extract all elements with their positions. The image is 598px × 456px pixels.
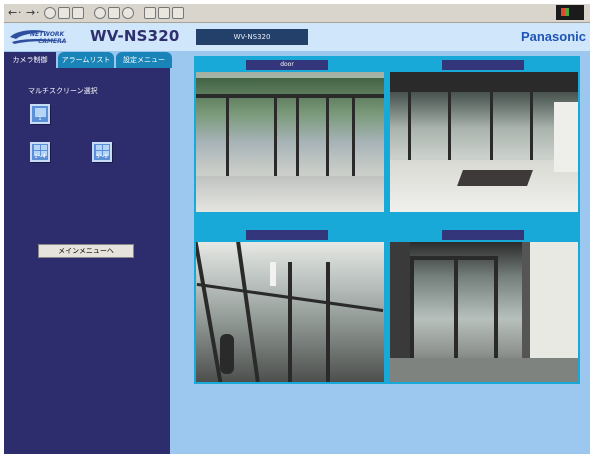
refresh-icon[interactable] bbox=[58, 7, 70, 19]
dropdown-icon[interactable]: · bbox=[18, 5, 22, 21]
forward-icon[interactable]: → bbox=[26, 5, 35, 21]
control-panel: マルチスクリーン選択 1 1〜4 5〜8 メインメニューへ bbox=[4, 68, 170, 454]
single-screen-button[interactable]: 1 bbox=[30, 104, 50, 124]
stop-icon[interactable] bbox=[44, 7, 56, 19]
camera-view-1[interactable] bbox=[196, 72, 384, 212]
search-icon[interactable] bbox=[94, 7, 106, 19]
back-icon[interactable]: ← bbox=[8, 5, 17, 21]
main-menu-button[interactable]: メインメニューへ bbox=[38, 244, 134, 258]
model-name: WV-NS320 bbox=[90, 27, 180, 45]
tab-bar: カメラ制御 アラームリスト 設定メニュー bbox=[4, 52, 174, 68]
camera-title bbox=[442, 60, 524, 70]
brand-logo: Panasonic bbox=[520, 29, 586, 44]
multi-screen-label: マルチスクリーン選択 bbox=[28, 87, 98, 95]
logo-network-text: NETWORK bbox=[30, 31, 66, 38]
camera-title bbox=[442, 230, 524, 240]
favorites-icon[interactable] bbox=[108, 7, 120, 19]
screen-button-label: 1 bbox=[38, 116, 42, 122]
camera-title bbox=[246, 230, 328, 240]
screen-button-label: 5〜8 bbox=[96, 154, 108, 160]
logo-camera-text: CAMERA bbox=[38, 38, 67, 45]
camera-view-3[interactable] bbox=[196, 242, 384, 382]
home-icon[interactable] bbox=[72, 7, 84, 19]
edit-icon[interactable] bbox=[172, 7, 184, 19]
tab-settings-menu[interactable]: 設定メニュー bbox=[116, 52, 172, 68]
print-icon[interactable] bbox=[158, 7, 170, 19]
network-camera-logo: NETWORK CAMERA bbox=[10, 30, 68, 45]
camera-grid: door bbox=[194, 56, 580, 384]
quad-screen-1-4-button[interactable]: 1〜4 bbox=[30, 142, 50, 162]
page-header: NETWORK CAMERA WV-NS320 WV-NS320 Panason… bbox=[4, 23, 590, 51]
screen-button-label: 1〜4 bbox=[34, 154, 46, 160]
camera-view-2[interactable] bbox=[390, 72, 578, 212]
dropdown-icon[interactable]: · bbox=[36, 5, 40, 21]
browser-toolbar: ← · → · bbox=[4, 4, 590, 23]
browser-window: ← · → · NETWORK CAMERA WV-NS320 WV-NS320… bbox=[4, 4, 590, 454]
tab-alarm-list[interactable]: アラームリスト bbox=[58, 52, 114, 68]
model-box: WV-NS320 bbox=[196, 29, 308, 45]
history-icon[interactable] bbox=[122, 7, 134, 19]
quad-screen-5-8-button[interactable]: 5〜8 bbox=[92, 142, 112, 162]
camera-title: door bbox=[246, 60, 328, 70]
tab-camera-control[interactable]: カメラ制御 bbox=[4, 52, 56, 68]
camera-view-4[interactable] bbox=[390, 242, 578, 382]
mail-icon[interactable] bbox=[144, 7, 156, 19]
windows-logo-icon bbox=[556, 5, 584, 20]
